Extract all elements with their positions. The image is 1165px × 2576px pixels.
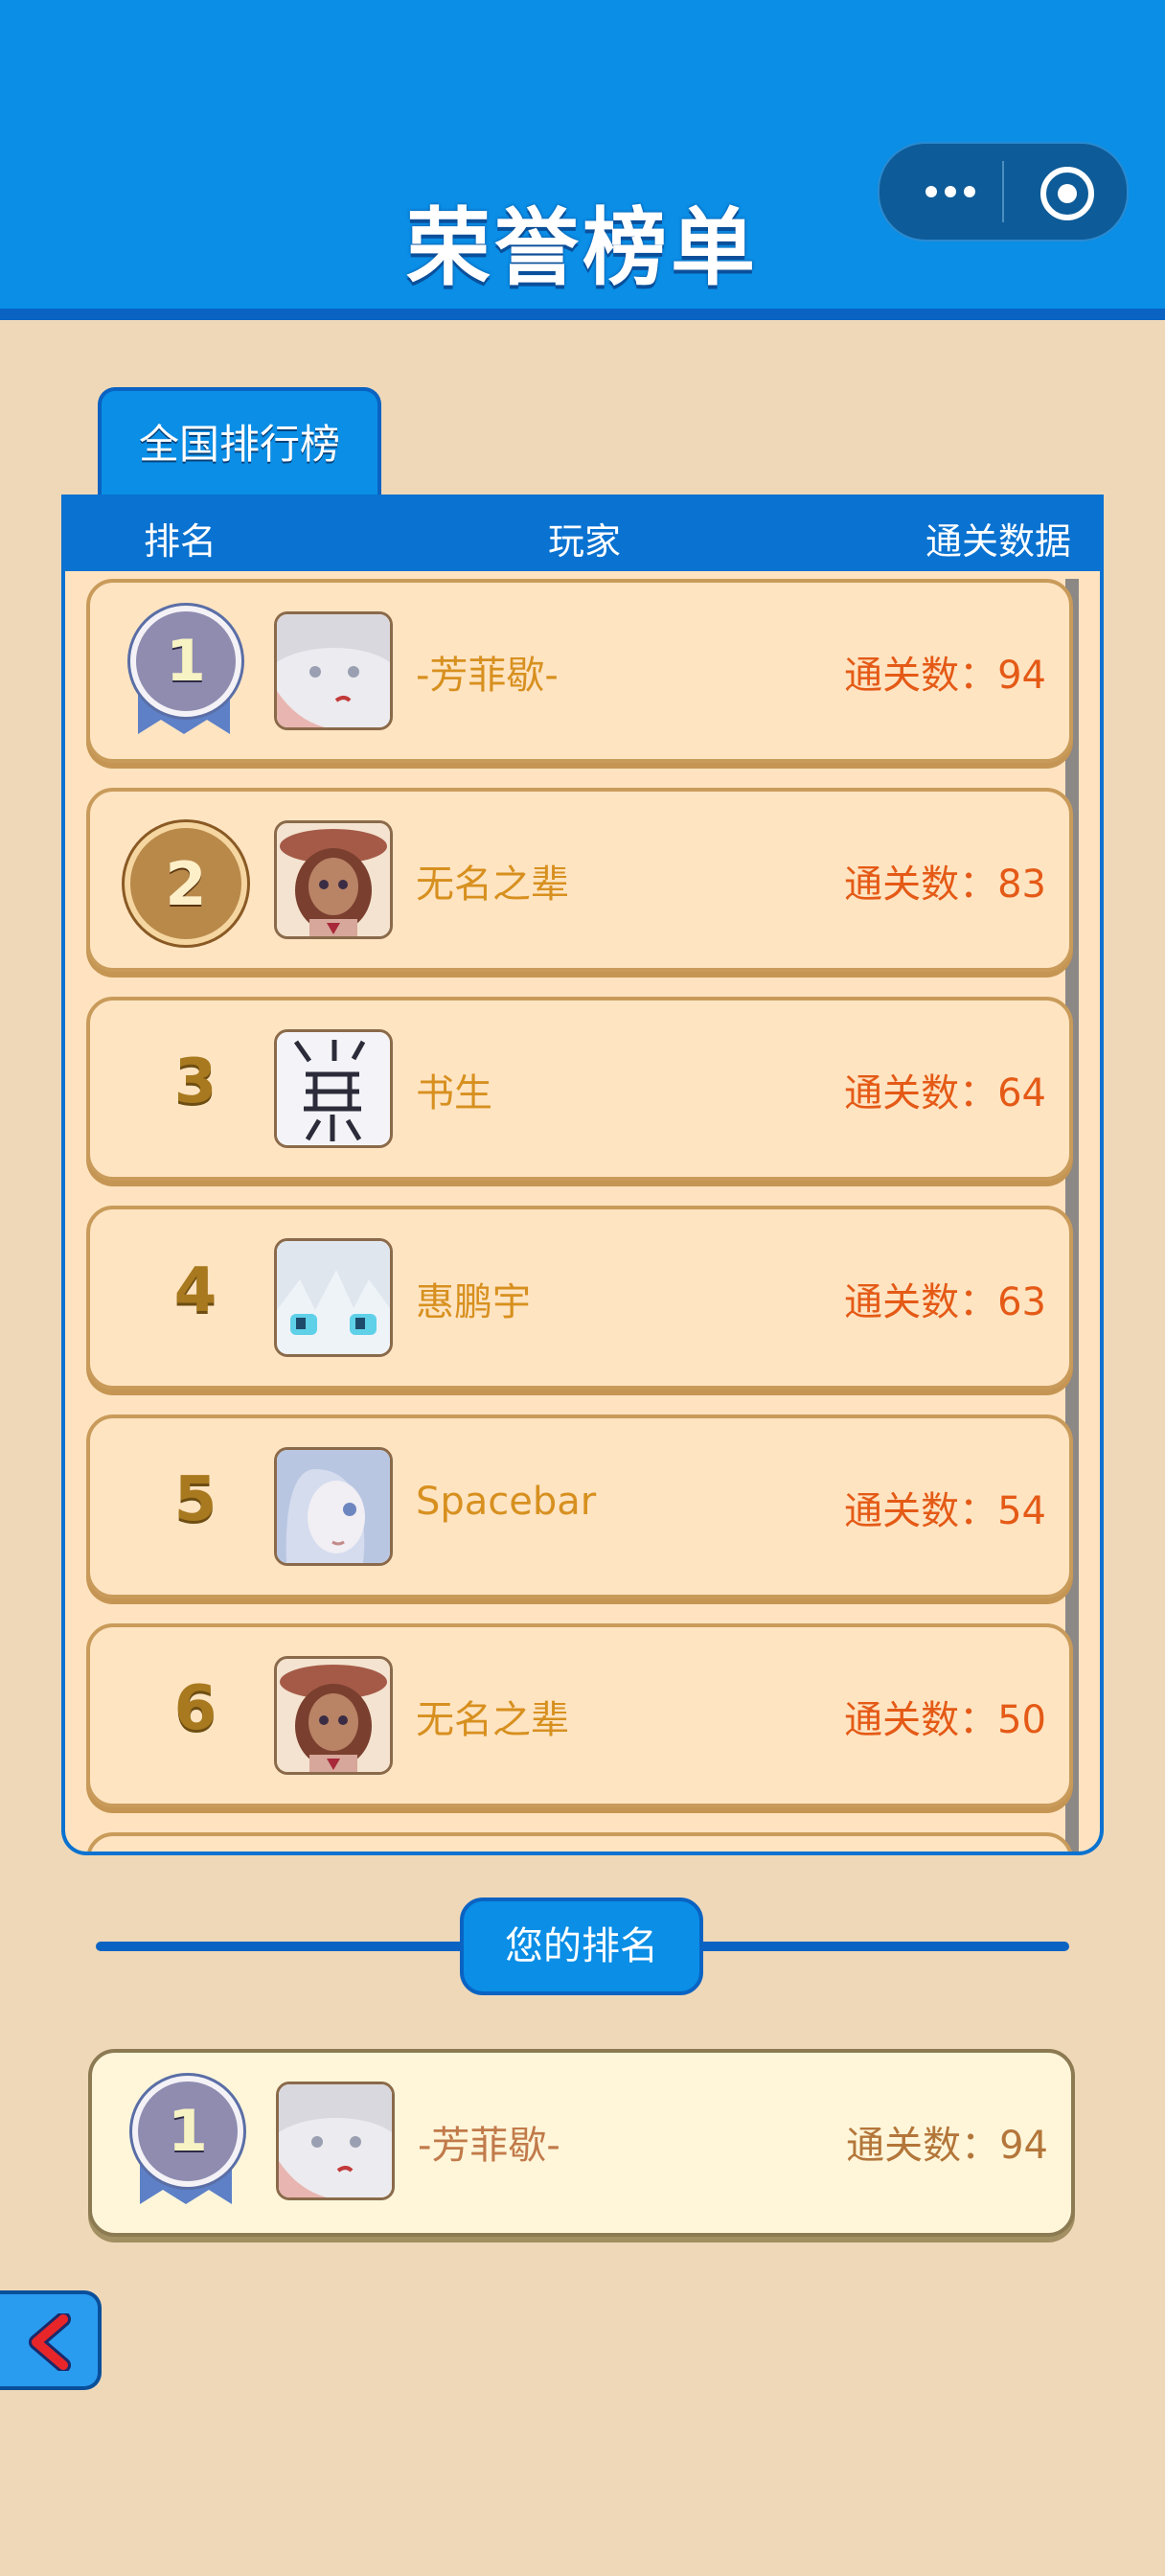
my-rank-row: 1 -芳菲歇- 通关数：94 bbox=[88, 2049, 1075, 2237]
more-icon[interactable] bbox=[912, 144, 989, 240]
player-name: 书生 bbox=[416, 1071, 492, 1116]
clear-count: 通关数：83 bbox=[844, 862, 1046, 907]
silver-ribbon-medal-icon: 1 bbox=[126, 2076, 245, 2210]
player-name: 惠鹏宇 bbox=[416, 1280, 531, 1324]
close-target-icon[interactable] bbox=[1040, 167, 1094, 220]
list-item: 5 Spacebar 通关数：54 bbox=[86, 1414, 1073, 1598]
mini-program-capsule bbox=[878, 142, 1129, 242]
divider-line bbox=[96, 1942, 466, 1951]
rank-number: 3 bbox=[173, 1046, 217, 1117]
list-item: 6 无名之辈 通关数：50 bbox=[86, 1623, 1073, 1807]
avatar bbox=[274, 1656, 393, 1775]
your-rank-label: 您的排名 bbox=[460, 1898, 703, 1995]
capsule-divider bbox=[1002, 161, 1004, 222]
avatar bbox=[274, 1447, 393, 1566]
list-item: 2 无名之辈 通关数：83 bbox=[86, 788, 1073, 972]
clear-count: 通关数：94 bbox=[844, 654, 1046, 698]
list-item: 3 书生 通关数：64 bbox=[86, 997, 1073, 1181]
clear-count: 通关数：50 bbox=[844, 1698, 1046, 1742]
leaderboard-panel[interactable]: 排名 玩家 通关数据 1 -芳菲歇- 通关数：94 2 无名之辈 通关数：83 … bbox=[61, 494, 1104, 1855]
column-player: 玩家 bbox=[548, 520, 622, 563]
tab-national-ranking[interactable]: 全国排行榜 bbox=[98, 387, 381, 494]
rank-number: 1 bbox=[132, 2076, 243, 2187]
list-item: 1 -芳菲歇- 通关数：94 bbox=[86, 579, 1073, 763]
clear-count: 通关数：54 bbox=[844, 1489, 1046, 1533]
player-name: -芳菲歇- bbox=[416, 654, 559, 698]
column-rank: 排名 bbox=[144, 520, 217, 563]
player-name: -芳菲歇- bbox=[418, 2124, 560, 2168]
clear-count: 通关数：63 bbox=[844, 1280, 1046, 1324]
clear-count: 通关数：94 bbox=[846, 2124, 1048, 2168]
avatar bbox=[274, 820, 393, 939]
bronze-medal-icon: 2 bbox=[125, 822, 247, 945]
header-bar: 荣誉榜单 bbox=[0, 0, 1165, 320]
back-arrow-icon bbox=[29, 2313, 71, 2371]
player-name: Spacebar bbox=[416, 1480, 597, 1524]
player-name: 无名之辈 bbox=[416, 862, 569, 907]
divider-line bbox=[697, 1942, 1069, 1951]
list-item: 4 惠鹏宇 通关数：63 bbox=[86, 1206, 1073, 1390]
rank-number: 5 bbox=[173, 1464, 217, 1535]
rank-number: 6 bbox=[173, 1673, 217, 1744]
avatar bbox=[274, 611, 393, 730]
avatar bbox=[276, 2082, 395, 2200]
list-item bbox=[86, 1832, 1073, 1852]
avatar bbox=[274, 1029, 393, 1148]
rank-number: 1 bbox=[130, 606, 241, 717]
column-header: 排名 玩家 通关数据 bbox=[65, 494, 1100, 571]
back-button[interactable] bbox=[0, 2290, 102, 2390]
column-data: 通关数据 bbox=[925, 520, 1072, 563]
clear-count: 通关数：64 bbox=[844, 1071, 1046, 1116]
rank-number: 4 bbox=[173, 1255, 217, 1326]
silver-ribbon-medal-icon: 1 bbox=[125, 606, 243, 740]
avatar bbox=[274, 1238, 393, 1357]
player-name: 无名之辈 bbox=[416, 1698, 569, 1742]
